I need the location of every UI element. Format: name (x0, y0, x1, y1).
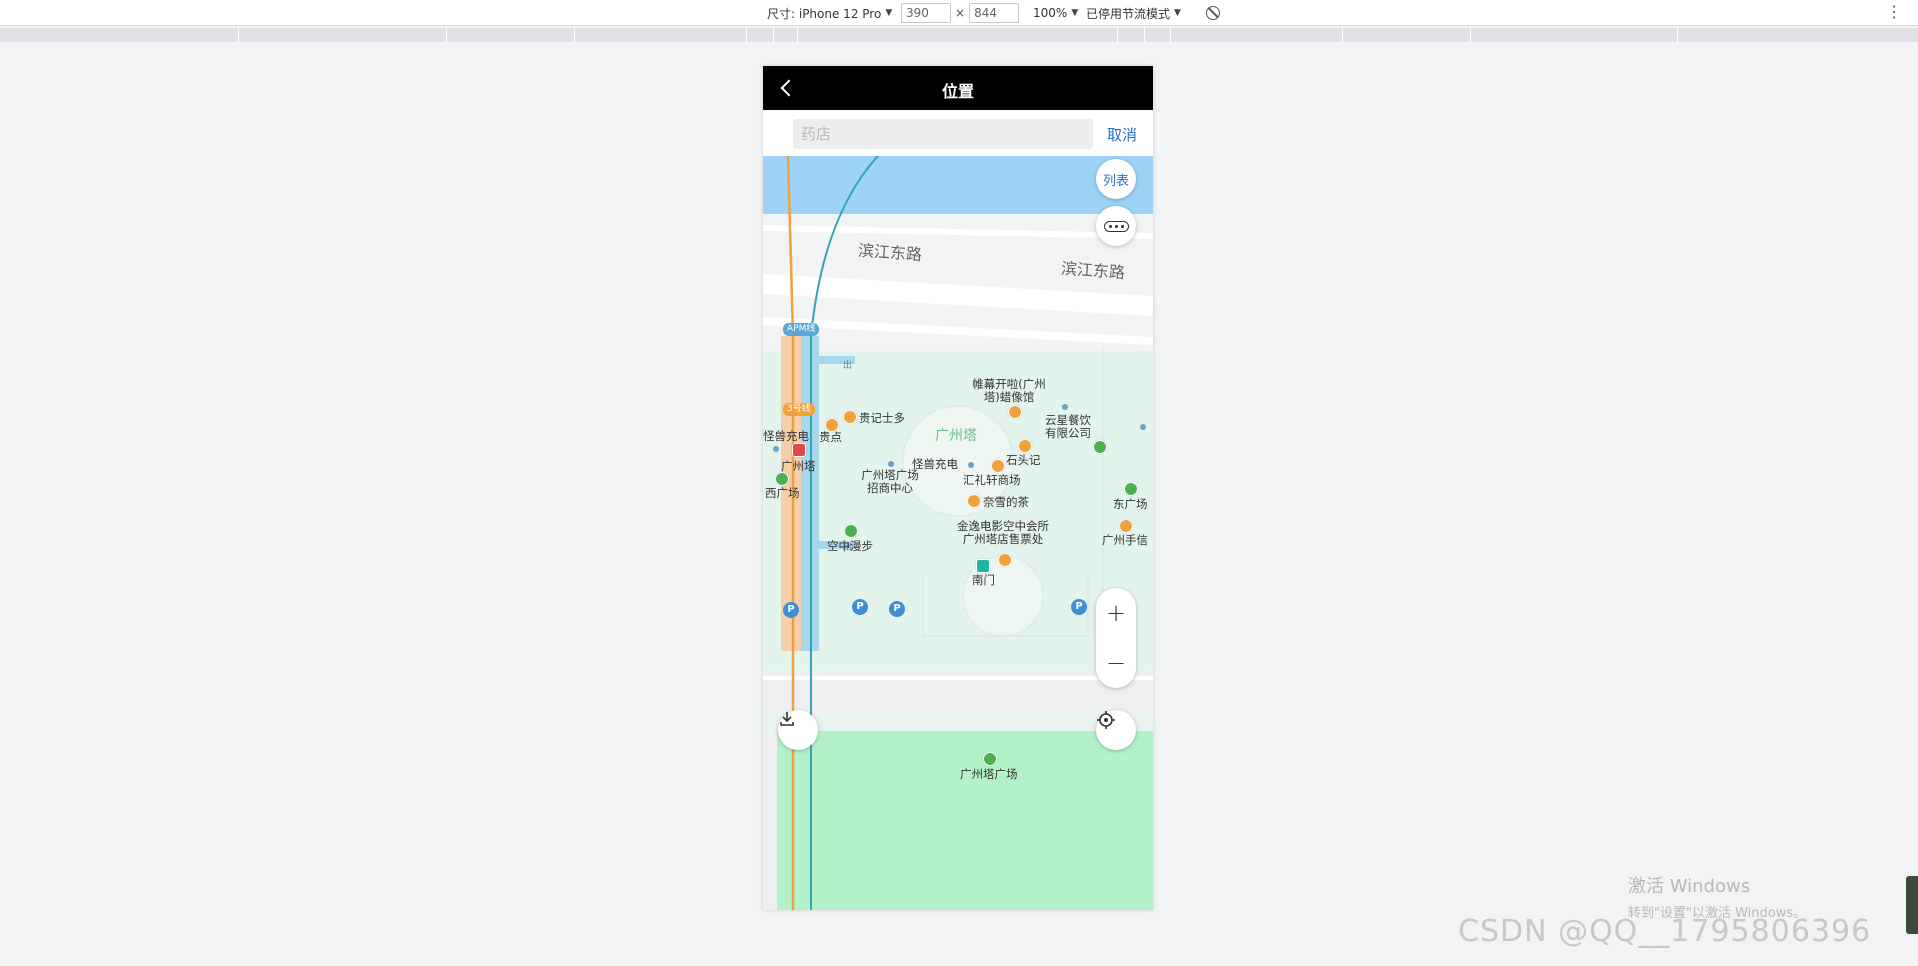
csdn-watermark: CSDN @QQ__1795806396 (1458, 914, 1872, 949)
poi-dot[interactable] (1140, 424, 1146, 430)
download-icon (780, 712, 794, 726)
zoom-out-button[interactable]: − (1096, 638, 1136, 688)
more-options-icon[interactable]: ⋮ (1886, 4, 1902, 20)
poi-label[interactable]: 广州塔 (781, 460, 816, 473)
ruler-segment (238, 28, 239, 42)
gate-icon[interactable] (976, 559, 990, 573)
poi-label[interactable]: 广州塔广场招商中心 (859, 469, 921, 495)
poi-label[interactable]: 南门 (972, 574, 995, 587)
poi-label[interactable]: 石头记 (1006, 454, 1041, 467)
left-strip (763, 731, 777, 910)
ruler-segment (446, 28, 447, 42)
times-sign: × (955, 6, 966, 20)
poi-label[interactable]: 贵点 (819, 431, 842, 444)
ruler-segment (797, 28, 798, 42)
poi-icon[interactable] (1018, 439, 1032, 453)
media-query-ruler[interactable] (0, 28, 1918, 42)
poi-icon[interactable] (775, 472, 789, 486)
rotate-button[interactable] (1206, 0, 1220, 26)
poi-dot[interactable] (773, 446, 779, 452)
zoom-in-button[interactable]: + (1096, 588, 1136, 638)
metro-tag-apm: APM线 (783, 323, 820, 336)
device-selector[interactable]: 尺寸: iPhone 12 Pro ▼ (767, 0, 892, 26)
metro-station-icon[interactable] (792, 443, 806, 457)
ruler-segment (1117, 28, 1118, 42)
parking-icon[interactable]: P (1071, 599, 1087, 615)
locate-icon (1097, 711, 1115, 729)
locate-button[interactable] (1096, 710, 1136, 750)
no-rotate-icon (1206, 6, 1220, 20)
parking-icon[interactable]: P (783, 602, 799, 618)
search-bar: 取消 (763, 110, 1153, 156)
poi-label[interactable]: 怪兽充电 (763, 430, 809, 443)
poi-label[interactable]: 广州塔广场 (960, 768, 1018, 781)
poi-icon[interactable] (844, 524, 858, 538)
poi-icon[interactable] (991, 459, 1005, 473)
zoom-control: + − (1096, 588, 1136, 688)
river-water (763, 156, 1153, 214)
ruler-segment (1144, 28, 1145, 42)
poi-dot[interactable] (1062, 404, 1068, 410)
poi-label[interactable]: 东广场 (1113, 498, 1148, 511)
road-label: 滨江东路 (1060, 258, 1126, 283)
side-tab[interactable] (1906, 876, 1918, 934)
cancel-button[interactable]: 取消 (1107, 124, 1137, 145)
zoom-selector[interactable]: 100% ▼ (1033, 0, 1078, 26)
more-button[interactable] (1096, 206, 1136, 246)
poi-label[interactable]: 云星餐饮有限公司 (1040, 414, 1096, 440)
search-input[interactable] (793, 119, 1093, 149)
ruler-segment (746, 28, 747, 42)
poi-icon[interactable] (843, 410, 857, 424)
parking-icon[interactable]: P (852, 599, 868, 615)
nav-bar: 位置 (763, 66, 1153, 110)
caret-down-icon: ▼ (1071, 8, 1079, 18)
plaza-circle (962, 555, 1044, 637)
activation-title: 激活 Windows (1628, 876, 1751, 897)
poi-label[interactable]: 贵记士多 (859, 412, 905, 425)
width-input[interactable]: 390 (901, 3, 951, 23)
poi-icon[interactable] (998, 553, 1012, 567)
zoom-label: 100% (1033, 6, 1068, 20)
page-title: 位置 (941, 82, 974, 101)
caret-down-icon: ▼ (885, 8, 893, 18)
ruler-segment (1470, 28, 1471, 42)
landmark-label[interactable]: 广州塔 (935, 429, 977, 443)
poi-icon[interactable] (983, 752, 997, 766)
ruler-segment (574, 28, 575, 42)
south-park (763, 731, 1153, 910)
ruler-segment (773, 28, 774, 42)
exit-marker: 出 (843, 361, 853, 371)
poi-label[interactable]: 西广场 (765, 487, 800, 500)
poi-icon[interactable] (967, 494, 981, 508)
poi-label[interactable]: 广州手信 (1102, 534, 1148, 547)
poi-label[interactable]: 帷幕开啦(广州塔)蜡像馆 (969, 378, 1049, 404)
road-label: 滨江东路 (857, 240, 923, 265)
poi-dot[interactable] (888, 461, 894, 467)
poi-label[interactable]: 汇礼轩商场 (963, 474, 1021, 487)
throttle-label: 已停用节流模式 (1086, 6, 1171, 21)
height-input[interactable]: 844 (969, 3, 1020, 23)
map-view[interactable]: 滨江东路 滨江东路 APM线 3号线 出 出 帷幕开啦(广州塔)蜡像馆 云星餐饮… (763, 156, 1153, 910)
ruler-segment (1342, 28, 1343, 42)
devtools-toolbar: 尺寸: iPhone 12 Pro ▼ 390 × 844 100% ▼ 已停用… (0, 0, 1918, 26)
poi-icon[interactable] (1124, 482, 1138, 496)
parking-icon[interactable]: P (889, 601, 905, 617)
poi-label[interactable]: 奈雪的茶 (983, 496, 1029, 509)
caret-down-icon: ▼ (1174, 8, 1181, 18)
more-dots-icon (1103, 220, 1129, 232)
ruler-segment (1170, 28, 1171, 42)
device-viewport: 位置 取消 (763, 66, 1153, 910)
poi-icon[interactable] (1008, 405, 1022, 419)
poi-label[interactable]: 空中漫步 (827, 540, 873, 553)
poi-icon[interactable] (1119, 519, 1133, 533)
list-button[interactable]: 列表 (1096, 159, 1136, 199)
device-label: 尺寸: iPhone 12 Pro (767, 6, 882, 21)
metro-tag-3: 3号线 (783, 403, 815, 416)
download-button[interactable] (778, 710, 818, 750)
ruler-segment (1677, 28, 1678, 42)
poi-dot[interactable] (968, 462, 974, 468)
throttle-selector[interactable]: 已停用节流模式 ▼ (1086, 0, 1181, 26)
poi-icon[interactable] (1093, 440, 1107, 454)
poi-label[interactable]: 金逸电影空中会所广州塔店售票处 (953, 520, 1053, 546)
